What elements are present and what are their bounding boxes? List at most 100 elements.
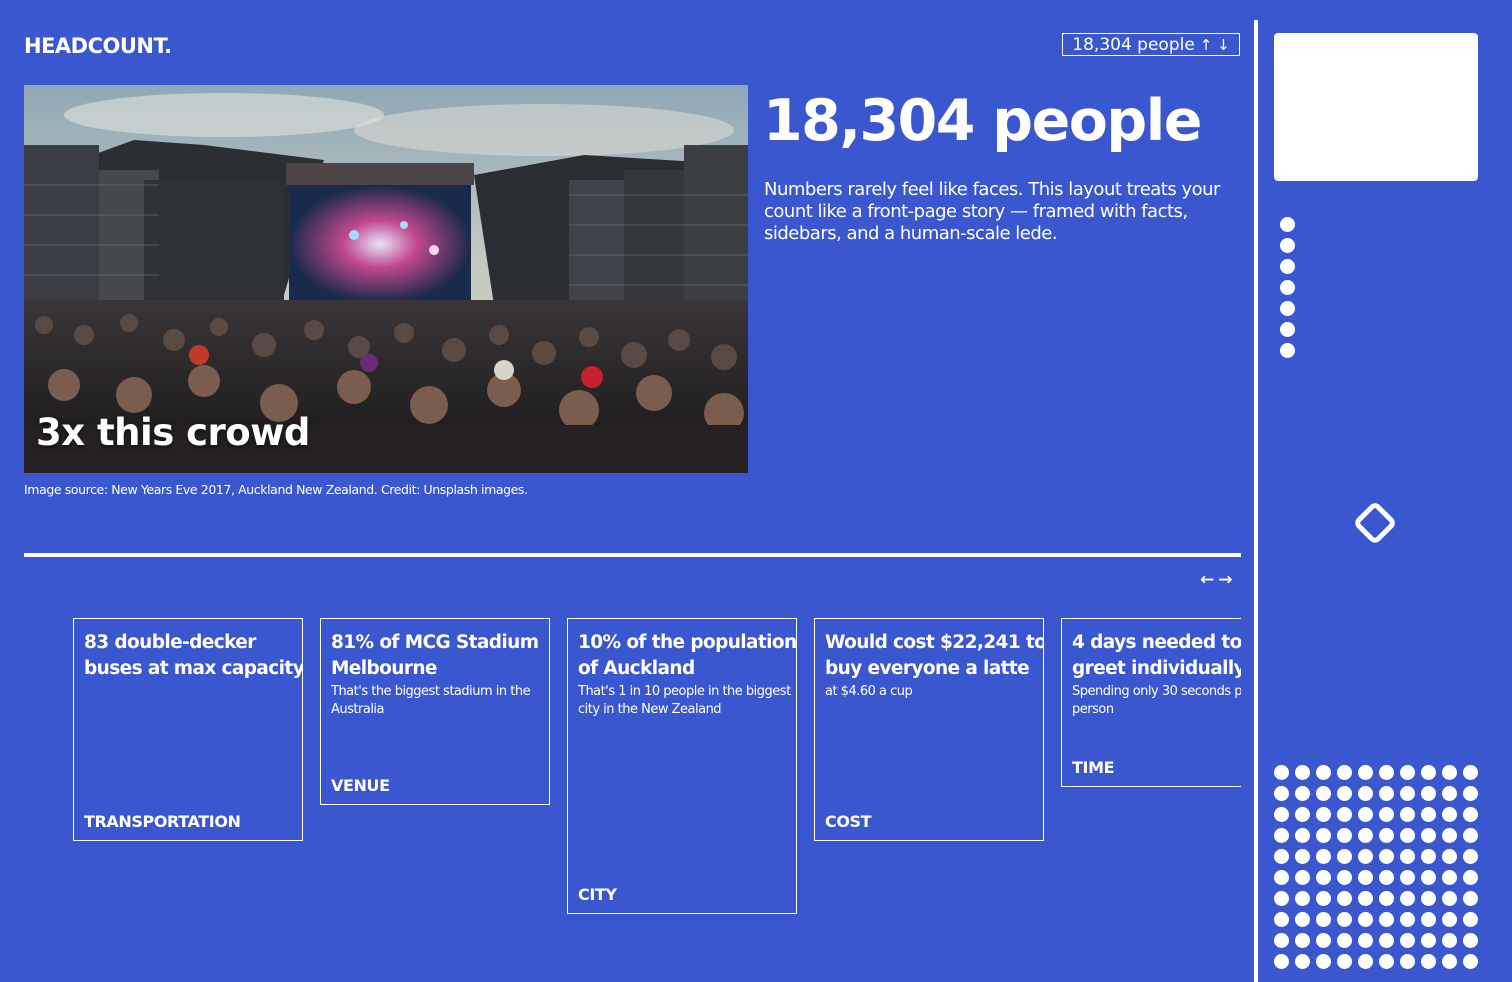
grid-dot: [1421, 870, 1436, 885]
grid-dot: [1295, 849, 1310, 864]
card-category: CITY: [578, 885, 617, 904]
grid-dot: [1442, 828, 1457, 843]
grid-dot: [1463, 954, 1478, 969]
grid-dot: [1295, 807, 1310, 822]
diamond-icon: [1352, 500, 1398, 546]
grid-dot: [1379, 828, 1394, 843]
grid-dot: [1400, 954, 1415, 969]
grid-dot: [1316, 765, 1331, 780]
grid-dot: [1295, 933, 1310, 948]
card-description: That's 1 in 10 people in the biggest city…: [578, 684, 791, 717]
grid-dot: [1274, 891, 1289, 906]
grid-dot: [1463, 765, 1478, 780]
dot-grid-decoration: [1274, 765, 1478, 969]
grid-dot: [1379, 912, 1394, 927]
image-caption: Image source: New Years Eve 2017, Auckla…: [24, 482, 528, 497]
grid-dot: [1358, 828, 1373, 843]
grid-dot: [1337, 954, 1352, 969]
fact-card-venue[interactable]: 81% of MCG Stadium Melbourne That's the b…: [320, 618, 550, 805]
grid-dot: [1274, 828, 1289, 843]
section-divider: [24, 553, 1241, 557]
grid-dot: [1358, 765, 1373, 780]
hero-image: 3x this crowd: [24, 85, 748, 473]
grid-dot: [1274, 933, 1289, 948]
grid-dot: [1274, 954, 1289, 969]
grid-dot: [1463, 912, 1478, 927]
grid-dot: [1463, 807, 1478, 822]
card-title: Would cost $22,241 to buy everyone a latt…: [825, 632, 1044, 679]
grid-dot: [1421, 912, 1436, 927]
grid-dot: [1463, 891, 1478, 906]
card-title: 81% of MCG Stadium Melbourne: [331, 632, 539, 679]
fact-card-city[interactable]: 10% of the population of Auckland That's …: [567, 618, 797, 914]
card-description: Spending only 30 seconds per person: [1072, 684, 1241, 717]
grid-dot: [1274, 786, 1289, 801]
grid-dot: [1421, 786, 1436, 801]
grid-dot: [1379, 807, 1394, 822]
grid-dot: [1463, 786, 1478, 801]
fact-card-time[interactable]: 4 days needed to greet individually Spend…: [1061, 618, 1241, 787]
hero-overlay-text: 3x this crowd: [36, 411, 310, 454]
grid-dot: [1400, 891, 1415, 906]
grid-dot: [1358, 786, 1373, 801]
headcount-selector-label: 18,304 people: [1072, 34, 1195, 55]
grid-dot: [1337, 933, 1352, 948]
grid-dot: [1358, 954, 1373, 969]
grid-dot: [1442, 786, 1457, 801]
grid-dot: [1442, 891, 1457, 906]
grid-dot: [1316, 912, 1331, 927]
fact-card-transportation[interactable]: 83 double-decker buses at max capacity TR…: [73, 618, 303, 841]
arrow-right-icon[interactable]: →: [1218, 570, 1232, 590]
grid-dot: [1400, 828, 1415, 843]
grid-dot: [1274, 807, 1289, 822]
grid-dot: [1400, 786, 1415, 801]
arrow-left-icon[interactable]: ←: [1200, 570, 1214, 590]
grid-dot: [1442, 933, 1457, 948]
dot-column-decoration: [1280, 217, 1295, 364]
grid-dot: [1295, 786, 1310, 801]
grid-dot: [1379, 891, 1394, 906]
card-title: 4 days needed to greet individually: [1072, 632, 1241, 679]
grid-dot: [1379, 933, 1394, 948]
card-category: COST: [825, 812, 872, 831]
card-description: at $4.60 a cup: [825, 684, 913, 699]
carousel-nav: ← →: [1200, 570, 1233, 590]
grid-dot: [1421, 828, 1436, 843]
grid-dot: [1421, 933, 1436, 948]
grid-dot: [1400, 912, 1415, 927]
grid-dot: [1358, 891, 1373, 906]
grid-dot: [1295, 912, 1310, 927]
grid-dot: [1337, 912, 1352, 927]
card-title: 83 double-decker buses at max capacity: [84, 632, 303, 679]
grid-dot: [1358, 933, 1373, 948]
grid-dot: [1400, 807, 1415, 822]
grid-dot: [1463, 828, 1478, 843]
fact-card-cost[interactable]: Would cost $22,241 to buy everyone a latt…: [814, 618, 1044, 841]
grid-dot: [1379, 786, 1394, 801]
grid-dot: [1421, 849, 1436, 864]
grid-dot: [1463, 849, 1478, 864]
card-title: 10% of the population of Auckland: [578, 632, 797, 679]
grid-dot: [1316, 786, 1331, 801]
grid-dot: [1463, 870, 1478, 885]
grid-dot: [1358, 849, 1373, 864]
headcount-selector[interactable]: 18,304 people ↑ ↓: [1062, 33, 1240, 56]
grid-dot: [1358, 807, 1373, 822]
grid-dot: [1421, 765, 1436, 780]
grid-dot: [1421, 954, 1436, 969]
grid-dot: [1337, 891, 1352, 906]
sort-arrows-icon[interactable]: ↑ ↓: [1200, 36, 1230, 54]
ad-placeholder: [1274, 33, 1478, 181]
grid-dot: [1316, 870, 1331, 885]
grid-dot: [1379, 765, 1394, 780]
lede-paragraph: Numbers rarely feel like faces. This lay…: [764, 179, 1220, 244]
brand-logo[interactable]: HEADCOUNT.: [24, 34, 172, 58]
grid-dot: [1337, 828, 1352, 843]
grid-dot: [1316, 954, 1331, 969]
grid-dot: [1400, 870, 1415, 885]
grid-dot: [1379, 849, 1394, 864]
grid-dot: [1442, 849, 1457, 864]
grid-dot: [1463, 933, 1478, 948]
card-description: That's the biggest stadium in the Austral…: [331, 684, 531, 717]
card-category: TRANSPORTATION: [84, 812, 241, 831]
